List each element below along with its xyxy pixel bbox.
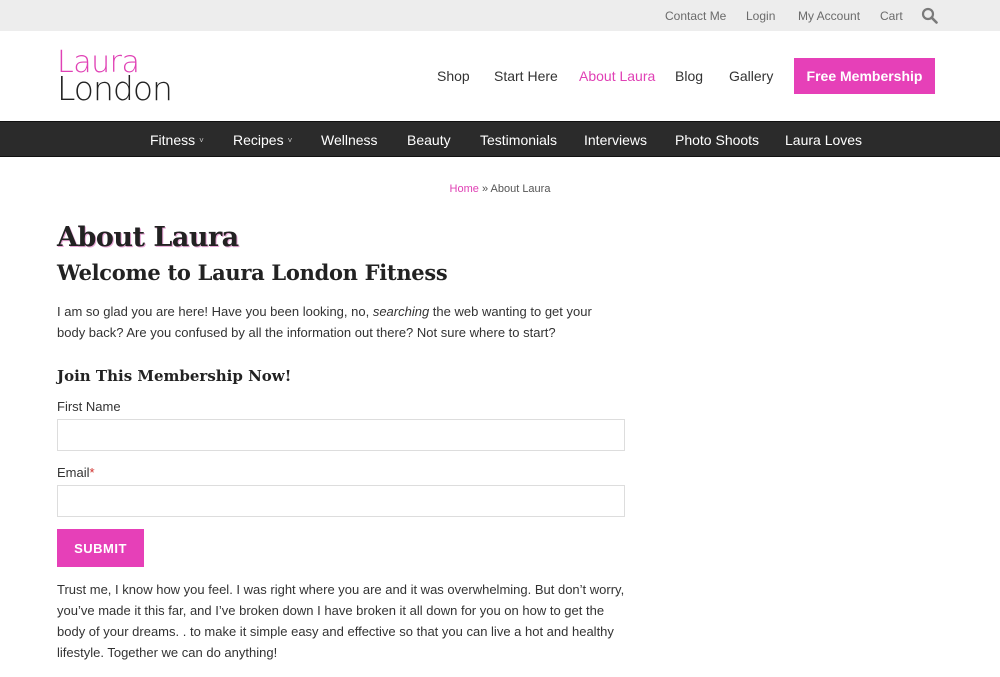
first-name-field[interactable] xyxy=(57,419,625,451)
category-label: Recipes xyxy=(233,132,284,148)
intro-emphasis: searching xyxy=(372,304,430,319)
category-nav: Fitness ˅ Recipes ˅ Wellness Beauty Testim… xyxy=(0,121,1000,157)
category-label: Fitness xyxy=(150,132,196,148)
submit-button[interactable]: SUBMIT xyxy=(57,529,144,567)
contact-me-link[interactable]: Contact Me xyxy=(665,9,726,23)
email-label-text: Email xyxy=(57,465,90,480)
email-label: Email* xyxy=(57,465,627,480)
intro-text-start: I am so glad you are here! Have you been… xyxy=(57,304,373,319)
form-heading: Join This Membership Now! xyxy=(57,367,292,385)
free-membership-button[interactable]: Free Membership xyxy=(794,58,935,94)
intro-paragraph: I am so glad you are here! Have you been… xyxy=(57,301,617,343)
nav-item-blog[interactable]: Blog xyxy=(675,68,703,84)
logo-last-name: London xyxy=(57,69,173,108)
nav-item-gallery[interactable]: Gallery xyxy=(729,68,773,84)
site-header: Laura London Shop Start Here About Laura… xyxy=(0,31,1000,121)
utility-bar: Contact Me Login My Account Cart xyxy=(0,0,1000,31)
breadcrumb-separator: » xyxy=(481,183,489,195)
category-item-recipes[interactable]: Recipes ˅ xyxy=(233,132,292,148)
category-item-laura-loves[interactable]: Laura Loves xyxy=(785,132,862,148)
category-item-testimonials[interactable]: Testimonials xyxy=(480,132,557,148)
nav-item-start-here[interactable]: Start Here xyxy=(494,68,558,84)
nav-item-about-laura[interactable]: About Laura xyxy=(579,68,655,84)
email-field[interactable] xyxy=(57,485,625,517)
required-indicator: * xyxy=(89,465,95,480)
first-name-label: First Name xyxy=(57,399,121,414)
membership-form: Join This Membership Now! First Name Ema… xyxy=(57,367,627,567)
category-item-fitness[interactable]: Fitness ˅ xyxy=(150,132,204,148)
category-item-wellness[interactable]: Wellness xyxy=(321,132,378,148)
chevron-down-icon: ˅ xyxy=(287,136,293,145)
login-link[interactable]: Login xyxy=(746,9,775,23)
cart-link[interactable]: Cart xyxy=(880,9,903,23)
nav-item-shop[interactable]: Shop xyxy=(437,68,470,84)
welcome-heading: Welcome to Laura London Fitness xyxy=(57,260,448,285)
my-account-link[interactable]: My Account xyxy=(798,9,860,23)
breadcrumb-current: About Laura xyxy=(490,183,551,195)
trust-paragraph: Trust me, I know how you feel. I was rig… xyxy=(57,582,625,660)
page-title: About Laura xyxy=(57,222,239,253)
category-item-interviews[interactable]: Interviews xyxy=(584,132,647,148)
main-content: About Laura Welcome to Laura London Fitn… xyxy=(57,222,627,663)
chevron-down-icon: ˅ xyxy=(199,136,204,145)
search-icon[interactable] xyxy=(921,7,938,24)
breadcrumb: Home » About Laura xyxy=(0,183,1000,195)
category-item-beauty[interactable]: Beauty xyxy=(407,132,451,148)
breadcrumb-home-link[interactable]: Home xyxy=(450,183,479,195)
category-item-photo-shoots[interactable]: Photo Shoots xyxy=(675,132,759,148)
site-logo[interactable]: Laura London xyxy=(57,48,173,108)
